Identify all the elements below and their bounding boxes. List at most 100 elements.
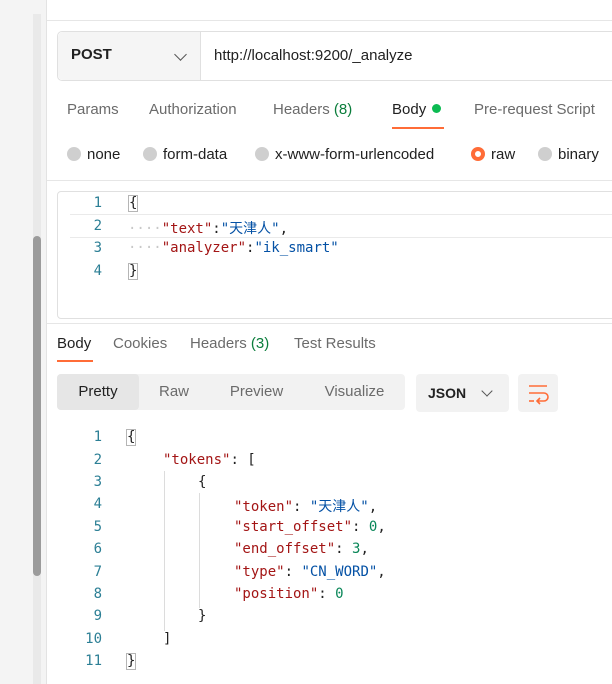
json-key: "position"	[234, 586, 319, 602]
line-number: 2	[93, 452, 102, 468]
response-tab-test-results[interactable]: Test Results	[294, 335, 376, 352]
view-mode-raw[interactable]: Raw	[139, 374, 209, 410]
radio-label: none	[87, 146, 121, 163]
json-value: "CN_WORD"	[301, 564, 378, 580]
json-colon: :	[318, 586, 336, 602]
line-number: 1	[93, 195, 102, 211]
code-line: "tokens": [	[163, 452, 256, 468]
indent-marker: ····	[128, 221, 162, 237]
json-comma: ,	[279, 221, 289, 237]
inner-open-brace: {	[198, 474, 207, 490]
view-mode-preview[interactable]: Preview	[209, 374, 304, 410]
json-key: "analyzer"	[161, 240, 247, 256]
code-line: }	[128, 263, 139, 280]
response-tab-body[interactable]: Body	[57, 335, 91, 352]
scrollbar-thumb[interactable]	[33, 236, 41, 576]
text-wrap-icon	[529, 385, 549, 405]
chevron-down-icon	[481, 385, 493, 397]
headers-count-badge: (3)	[250, 335, 270, 352]
line-number: 6	[93, 541, 102, 557]
json-value: "天津人"	[309, 499, 369, 515]
radio-label: binary	[558, 146, 599, 163]
tab-label: Pre-request Script	[474, 101, 595, 118]
response-tab-headers[interactable]: Headers (3)	[190, 335, 269, 352]
format-select-label: JSON	[428, 385, 467, 401]
radio-form-data[interactable]: form-data	[143, 146, 227, 163]
tab-label: Headers	[190, 335, 247, 352]
line-number: 11	[85, 653, 102, 669]
top-divider	[47, 20, 612, 21]
json-colon: :	[212, 221, 221, 237]
line-number: 3	[93, 474, 102, 490]
format-select[interactable]: JSON	[416, 374, 509, 412]
radio-x-www-form-urlencoded[interactable]: x-www-form-urlencoded	[255, 146, 434, 163]
inner-close-brace: }	[198, 608, 207, 624]
active-tab-indicator	[392, 127, 444, 129]
json-comma: ,	[368, 499, 378, 515]
json-key: "text"	[161, 221, 213, 237]
code-line: }	[126, 653, 137, 670]
tab-label: Params	[67, 101, 119, 118]
open-brace: {	[126, 429, 137, 446]
response-tab-cookies[interactable]: Cookies	[113, 335, 167, 352]
tab-label: Test Results	[294, 335, 376, 352]
json-key: "tokens"	[163, 452, 231, 468]
code-line: "token": "天津人",	[234, 496, 377, 516]
url-input[interactable]: http://localhost:9200/_analyze	[214, 47, 412, 64]
code-line: {	[126, 429, 137, 446]
code-line: ····"analyzer":"ik_smart"	[128, 240, 339, 256]
line-number: 4	[93, 263, 102, 279]
json-key: "type"	[234, 564, 285, 580]
chevron-down-icon	[174, 48, 187, 61]
tab-authorization[interactable]: Authorization	[149, 101, 237, 118]
radio-circle-icon	[255, 147, 269, 161]
tab-body[interactable]: Body	[392, 101, 442, 118]
radio-raw[interactable]: raw	[471, 146, 515, 163]
tab-pre-request-script[interactable]: Pre-request Script	[474, 101, 595, 118]
code-line: }	[198, 608, 206, 624]
json-value: "天津人"	[220, 221, 280, 237]
json-colon: :	[284, 564, 302, 580]
json-value: 0	[335, 586, 344, 602]
radio-label: raw	[491, 146, 516, 163]
radio-label: x-www-form-urlencoded	[275, 146, 435, 163]
json-colon: :	[293, 499, 310, 515]
json-value: "ik_smart"	[254, 240, 339, 256]
view-mode-pretty[interactable]: Pretty	[57, 374, 139, 410]
close-bracket: ]	[163, 631, 172, 647]
radio-none[interactable]: none	[67, 146, 120, 163]
open-brace: {	[128, 195, 139, 212]
code-line: ····"text":"天津人",	[128, 218, 288, 238]
active-tab-indicator	[57, 360, 93, 362]
code-line: {	[198, 474, 206, 490]
json-key: "start_offset"	[234, 519, 353, 535]
open-bracket: [	[247, 452, 256, 468]
body-status-dot-icon	[432, 104, 442, 113]
json-comma: ,	[377, 519, 386, 535]
line-number: 10	[85, 631, 102, 647]
tab-label: Body	[392, 101, 427, 118]
radio-binary[interactable]: binary	[538, 146, 599, 163]
tab-label: Headers	[273, 101, 330, 118]
indent-guide	[199, 493, 200, 608]
tab-params[interactable]: Params	[67, 101, 119, 118]
tab-headers[interactable]: Headers (8)	[273, 101, 352, 118]
request-url-bar: POST http://localhost:9200/_analyze	[57, 31, 612, 81]
json-key: "token"	[234, 499, 294, 515]
line-number: 1	[93, 429, 102, 445]
close-brace: }	[126, 653, 137, 670]
text-wrap-button[interactable]	[518, 374, 558, 412]
panel-divider	[46, 0, 47, 684]
json-colon: :	[335, 541, 353, 557]
divider	[47, 180, 612, 181]
divider	[47, 323, 612, 324]
radio-circle-icon	[67, 147, 81, 161]
line-number: 5	[93, 519, 102, 535]
json-colon: :	[230, 452, 248, 468]
method-select[interactable]: POST	[58, 32, 201, 80]
code-line: "end_offset": 3,	[234, 541, 369, 557]
line-number: 9	[93, 608, 102, 624]
view-mode-visualize[interactable]: Visualize	[307, 374, 402, 410]
line-number: 4	[93, 496, 102, 512]
tab-label: Authorization	[149, 101, 237, 118]
